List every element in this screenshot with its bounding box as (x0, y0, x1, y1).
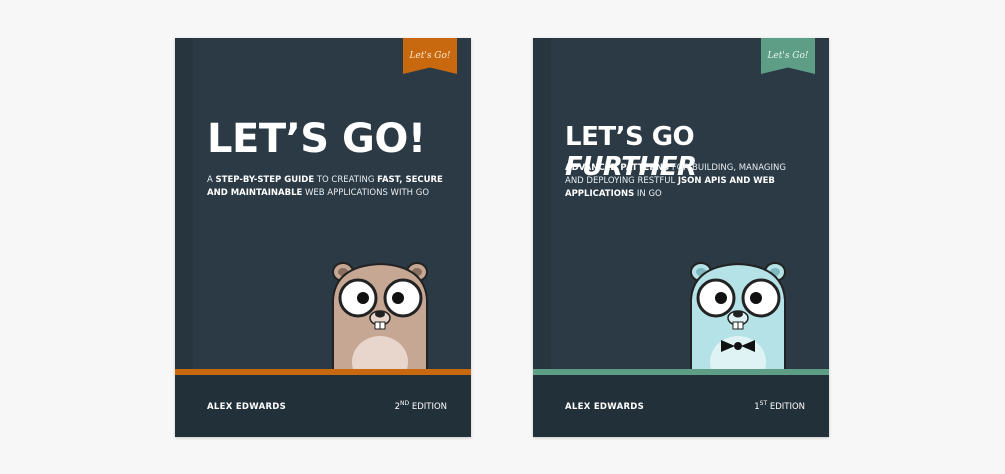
book-subtitle: A STEP-BY-STEP GUIDE TO CREATING FAST, S… (207, 175, 443, 198)
book-cover-lets-go[interactable]: Let's Go! LET’S GO! A STEP-BY-STEP GUIDE… (175, 38, 471, 437)
ribbon-badge: Let's Go! (403, 38, 457, 74)
book-title: LET’S GO! (207, 116, 426, 162)
ribbon-badge: Let's Go! (761, 38, 815, 74)
author-name: ALEX EDWARDS (207, 402, 287, 412)
author-name: ALEX EDWARDS (565, 402, 645, 412)
book-subtitle: ADVANCED PATTERNS FOR BUILDING, MANAGING… (565, 163, 786, 199)
edition-label: 2ND EDITION (394, 400, 447, 412)
edition-label: 1ST EDITION (754, 400, 805, 412)
gopher-mascot-icon (332, 262, 428, 372)
gopher-mascot-icon (690, 262, 786, 372)
book-cover-lets-go-further[interactable]: Let's Go! LET’S GO FURTHER ADVANCED PATT… (533, 38, 829, 437)
